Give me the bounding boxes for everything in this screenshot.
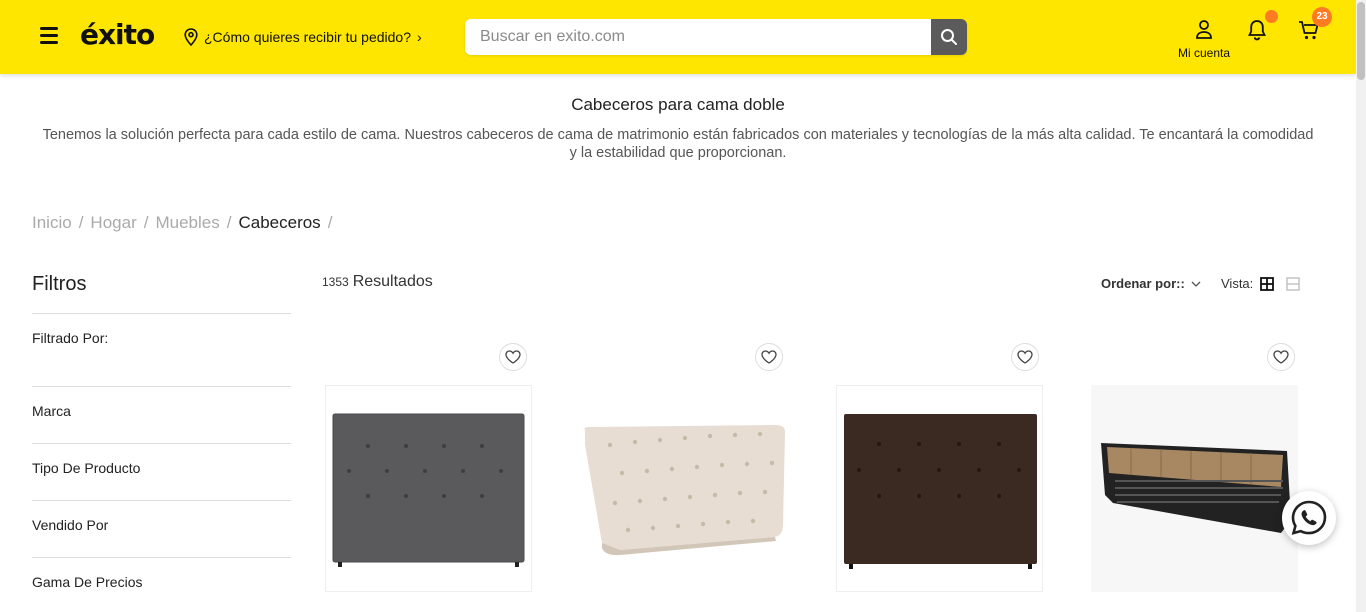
product-card[interactable] xyxy=(580,385,787,592)
search-icon xyxy=(941,29,957,45)
logo-text: éxito xyxy=(80,18,155,51)
category-title: Cabeceros para cama doble xyxy=(571,95,785,114)
breadcrumb-separator: / xyxy=(327,213,333,232)
sort-label: Ordenar por:: xyxy=(1101,276,1185,291)
divider xyxy=(32,386,291,387)
cart-count-badge: 23 xyxy=(1312,7,1332,27)
results-count: 1353 Resultados xyxy=(322,273,433,291)
sort-dropdown[interactable]: Ordenar por:: xyxy=(1101,276,1201,291)
logo[interactable]: éxito xyxy=(80,18,155,51)
filter-marca[interactable]: Marca xyxy=(32,403,71,419)
heart-icon xyxy=(1273,350,1289,364)
product-card[interactable] xyxy=(836,385,1043,592)
product-image-brown-headboard xyxy=(844,414,1037,569)
whatsapp-icon xyxy=(1291,500,1327,535)
breadcrumb-hogar[interactable]: Hogar xyxy=(90,213,136,233)
favorite-button[interactable] xyxy=(755,343,783,371)
delivery-prompt: ¿Cómo quieres recibir tu pedido? xyxy=(204,29,411,45)
product-card[interactable] xyxy=(1091,385,1298,592)
list-view-icon[interactable] xyxy=(1286,276,1300,291)
breadcrumb-cabeceros: Cabeceros xyxy=(238,213,321,232)
chevron-down-icon xyxy=(1191,281,1201,287)
filter-vendido-por[interactable]: Vendido Por xyxy=(32,517,108,533)
divider xyxy=(32,313,291,314)
notification-badge xyxy=(1265,10,1278,23)
favorite-button[interactable] xyxy=(1267,343,1295,371)
whatsapp-button[interactable] xyxy=(1282,491,1336,545)
breadcrumb-separator: / xyxy=(78,213,84,232)
account-label: Mi cuenta xyxy=(1177,46,1231,60)
menu-icon[interactable] xyxy=(40,27,58,45)
filters-title: Filtros xyxy=(32,273,87,295)
product-image-wood-metal-headboard xyxy=(1101,443,1291,533)
breadcrumb: Inicio / Hogar / Muebles / Cabeceros / xyxy=(32,213,339,233)
divider xyxy=(32,557,291,558)
search-bar xyxy=(465,19,967,55)
category-description: Tenemos la solución perfecta para cada e… xyxy=(42,127,1314,161)
top-bar: éxito ¿Cómo quieres recibir tu pedido? ›… xyxy=(0,0,1356,74)
view-toggle: Vista: xyxy=(1221,276,1300,291)
search-input[interactable] xyxy=(465,19,931,55)
heart-icon xyxy=(761,350,777,364)
heart-icon xyxy=(1017,350,1033,364)
breadcrumb-inicio[interactable]: Inicio xyxy=(32,213,72,233)
heart-icon xyxy=(505,350,521,364)
product-card[interactable] xyxy=(325,385,532,592)
filter-gama-de-precios[interactable]: Gama De Precios xyxy=(32,574,142,590)
scrollbar-thumb[interactable] xyxy=(1357,2,1365,80)
breadcrumb-muebles[interactable]: Muebles xyxy=(155,213,219,233)
bell-icon xyxy=(1248,20,1266,41)
view-label: Vista: xyxy=(1221,276,1254,291)
favorite-button[interactable] xyxy=(499,343,527,371)
chevron-right-icon: › xyxy=(417,29,422,45)
search-button[interactable] xyxy=(931,19,967,55)
breadcrumb-separator: / xyxy=(143,213,149,232)
filter-tipo-de-producto[interactable]: Tipo De Producto xyxy=(32,460,140,476)
favorite-button[interactable] xyxy=(1011,343,1039,371)
grid-view-icon[interactable] xyxy=(1260,276,1275,291)
breadcrumb-separator: / xyxy=(226,213,232,232)
product-image-gray-headboard xyxy=(332,413,525,567)
scrollbar[interactable] xyxy=(1356,0,1366,612)
results-number: 1353 xyxy=(322,275,349,289)
account-button[interactable]: Mi cuenta xyxy=(1172,19,1236,60)
notifications-button[interactable] xyxy=(1246,10,1278,43)
product-image-cream-headboard xyxy=(584,425,786,556)
delivery-selector[interactable]: ¿Cómo quieres recibir tu pedido? › xyxy=(183,28,422,46)
divider xyxy=(32,500,291,501)
user-icon xyxy=(1196,20,1212,39)
applied-filters-label: Filtrado Por: xyxy=(32,330,109,346)
cart-button[interactable]: 23 xyxy=(1298,7,1332,43)
results-label: Resultados xyxy=(352,273,433,290)
location-pin-icon xyxy=(184,28,198,46)
divider xyxy=(32,443,291,444)
